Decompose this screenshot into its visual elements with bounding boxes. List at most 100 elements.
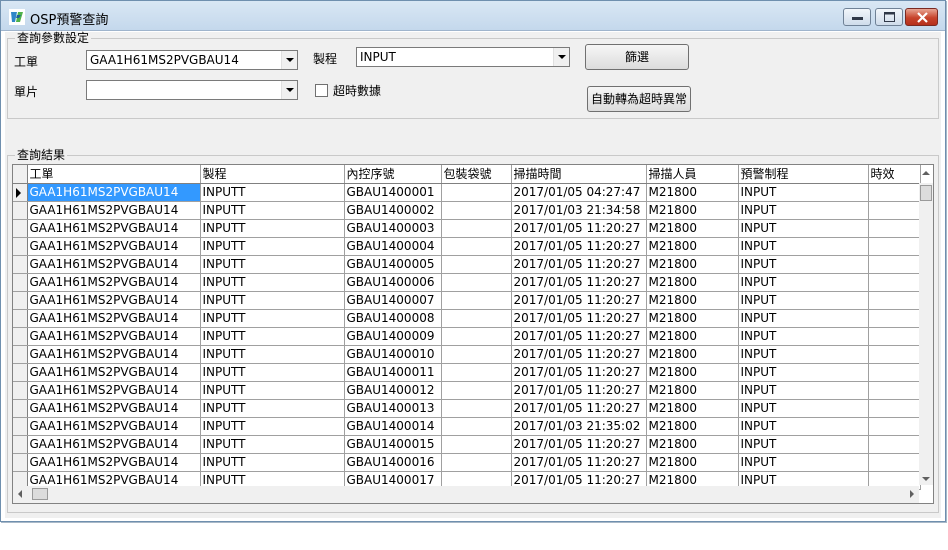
process-cell[interactable]: INPUTT (200, 309, 345, 328)
package-no-cell[interactable] (441, 237, 512, 256)
timeliness-cell[interactable] (868, 327, 921, 346)
horizontal-scroll-thumb[interactable] (32, 488, 48, 500)
table-row[interactable]: GAA1H61MS2PVGBAU14 INPUTT GBAU1400006 2017/… (13, 273, 921, 292)
timeliness-cell[interactable] (868, 399, 921, 418)
scan-time-cell[interactable]: 2017/01/05 11:20:27 (511, 291, 647, 310)
timeliness-cell[interactable] (868, 201, 921, 220)
internal-serial-cell[interactable]: GBAU1400016 (344, 453, 442, 472)
process-cell[interactable]: INPUTT (200, 327, 345, 346)
timeliness-cell[interactable] (868, 237, 921, 256)
scanner-cell[interactable]: M21800 (646, 309, 739, 328)
process-cell[interactable]: INPUTT (200, 363, 345, 382)
warning-process-cell[interactable]: INPUT (738, 399, 869, 418)
warning-process-cell[interactable]: INPUT (738, 237, 869, 256)
row-header[interactable] (13, 219, 28, 238)
timeliness-cell[interactable] (868, 435, 921, 454)
row-header[interactable] (13, 453, 28, 472)
scanner-cell[interactable]: M21800 (646, 255, 739, 274)
scanner-cell[interactable]: M21800 (646, 363, 739, 382)
scanner-cell[interactable]: M21800 (646, 381, 739, 400)
column-header-package-no[interactable]: 包裝袋號 (441, 165, 512, 184)
work-order-cell[interactable]: GAA1H61MS2PVGBAU14 (27, 453, 201, 472)
scan-time-cell[interactable]: 2017/01/05 11:20:27 (511, 381, 647, 400)
process-cell[interactable]: INPUTT (200, 201, 345, 220)
work-order-combo[interactable]: GAA1H61MS2PVGBAU14 (86, 50, 298, 70)
timeliness-cell[interactable] (868, 291, 921, 310)
scan-time-cell[interactable]: 2017/01/05 11:20:27 (511, 255, 647, 274)
internal-serial-cell[interactable]: GBAU1400010 (344, 345, 442, 364)
scan-time-cell[interactable]: 2017/01/03 21:35:02 (511, 417, 647, 436)
warning-process-cell[interactable]: INPUT (738, 183, 869, 202)
scanner-cell[interactable]: M21800 (646, 327, 739, 346)
timeout-data-label[interactable]: 超時數據 (333, 82, 381, 99)
work-order-cell[interactable]: GAA1H61MS2PVGBAU14 (27, 219, 201, 238)
warning-process-cell[interactable]: INPUT (738, 435, 869, 454)
scan-time-cell[interactable]: 2017/01/05 11:20:27 (511, 237, 647, 256)
warning-process-cell[interactable]: INPUT (738, 345, 869, 364)
process-cell[interactable]: INPUTT (200, 381, 345, 400)
internal-serial-cell[interactable]: GBAU1400009 (344, 327, 442, 346)
warning-process-cell[interactable]: INPUT (738, 327, 869, 346)
process-cell[interactable]: INPUTT (200, 237, 345, 256)
work-order-cell[interactable]: GAA1H61MS2PVGBAU14 (27, 435, 201, 454)
table-row[interactable]: GAA1H61MS2PVGBAU14 INPUTT GBAU1400011 2017/… (13, 363, 921, 382)
scan-time-cell[interactable]: 2017/01/05 11:20:27 (511, 399, 647, 418)
column-header-warning-process[interactable]: 預警制程 (738, 165, 869, 184)
package-no-cell[interactable] (441, 201, 512, 220)
warning-process-cell[interactable]: INPUT (738, 273, 869, 292)
warning-process-cell[interactable]: INPUT (738, 309, 869, 328)
vertical-scroll-thumb[interactable] (920, 185, 932, 201)
row-header[interactable] (13, 237, 28, 256)
warning-process-cell[interactable]: INPUT (738, 453, 869, 472)
scanner-cell[interactable]: M21800 (646, 291, 739, 310)
chevron-down-icon[interactable] (281, 81, 297, 99)
work-order-cell[interactable]: GAA1H61MS2PVGBAU14 (27, 273, 201, 292)
process-cell[interactable]: INPUTT (200, 183, 345, 202)
warning-process-cell[interactable]: INPUT (738, 417, 869, 436)
process-cell[interactable]: INPUTT (200, 345, 345, 364)
table-row[interactable]: GAA1H61MS2PVGBAU14 INPUTT GBAU1400015 2017/… (13, 435, 921, 454)
package-no-cell[interactable] (441, 291, 512, 310)
table-row[interactable]: GAA1H61MS2PVGBAU14 INPUTT GBAU1400010 2017/… (13, 345, 921, 364)
scan-time-cell[interactable]: 2017/01/03 21:34:58 (511, 201, 647, 220)
process-cell[interactable]: INPUTT (200, 453, 345, 472)
scanner-cell[interactable]: M21800 (646, 435, 739, 454)
work-order-cell[interactable]: GAA1H61MS2PVGBAU14 (27, 399, 201, 418)
timeliness-cell[interactable] (868, 345, 921, 364)
results-grid[interactable]: 工單 製程 內控序號 包裝袋號 掃描時間 掃描人員 預警制程 時效 GAA1H6… (12, 164, 934, 504)
work-order-cell[interactable]: GAA1H61MS2PVGBAU14 (27, 237, 201, 256)
close-button[interactable] (905, 8, 938, 26)
scroll-right-icon[interactable] (910, 490, 914, 498)
row-header[interactable] (13, 363, 28, 382)
row-header[interactable] (13, 183, 28, 202)
scan-time-cell[interactable]: 2017/01/05 11:20:27 (511, 327, 647, 346)
work-order-cell[interactable]: GAA1H61MS2PVGBAU14 (27, 327, 201, 346)
row-header[interactable] (13, 255, 28, 274)
warning-process-cell[interactable]: INPUT (738, 363, 869, 382)
timeliness-cell[interactable] (868, 363, 921, 382)
scan-time-cell[interactable]: 2017/01/05 11:20:27 (511, 435, 647, 454)
scan-time-cell[interactable]: 2017/01/05 11:20:27 (511, 309, 647, 328)
internal-serial-cell[interactable]: GBAU1400012 (344, 381, 442, 400)
table-row[interactable]: GAA1H61MS2PVGBAU14 INPUTT GBAU1400014 2017/… (13, 417, 921, 436)
scan-time-cell[interactable]: 2017/01/05 11:20:27 (511, 219, 647, 238)
scan-time-cell[interactable]: 2017/01/05 04:27:47 (511, 183, 647, 202)
package-no-cell[interactable] (441, 399, 512, 418)
process-cell[interactable]: INPUTT (200, 417, 345, 436)
table-row[interactable]: GAA1H61MS2PVGBAU14 INPUTT GBAU1400005 2017/… (13, 255, 921, 274)
scanner-cell[interactable]: M21800 (646, 219, 739, 238)
table-row[interactable]: GAA1H61MS2PVGBAU14 INPUTT GBAU1400009 2017/… (13, 327, 921, 346)
scroll-left-icon[interactable] (18, 490, 22, 498)
scanner-cell[interactable]: M21800 (646, 453, 739, 472)
column-header-scanner[interactable]: 掃描人員 (646, 165, 739, 184)
warning-process-cell[interactable]: INPUT (738, 291, 869, 310)
single-piece-combo[interactable] (86, 80, 298, 100)
package-no-cell[interactable] (441, 183, 512, 202)
package-no-cell[interactable] (441, 453, 512, 472)
internal-serial-cell[interactable]: GBAU1400001 (344, 183, 442, 202)
scanner-cell[interactable]: M21800 (646, 345, 739, 364)
chevron-down-icon[interactable] (281, 51, 297, 69)
row-header[interactable] (13, 309, 28, 328)
column-header-work-order[interactable]: 工單 (27, 165, 201, 184)
table-row[interactable]: GAA1H61MS2PVGBAU14 INPUTT GBAU1400003 2017/… (13, 219, 921, 238)
